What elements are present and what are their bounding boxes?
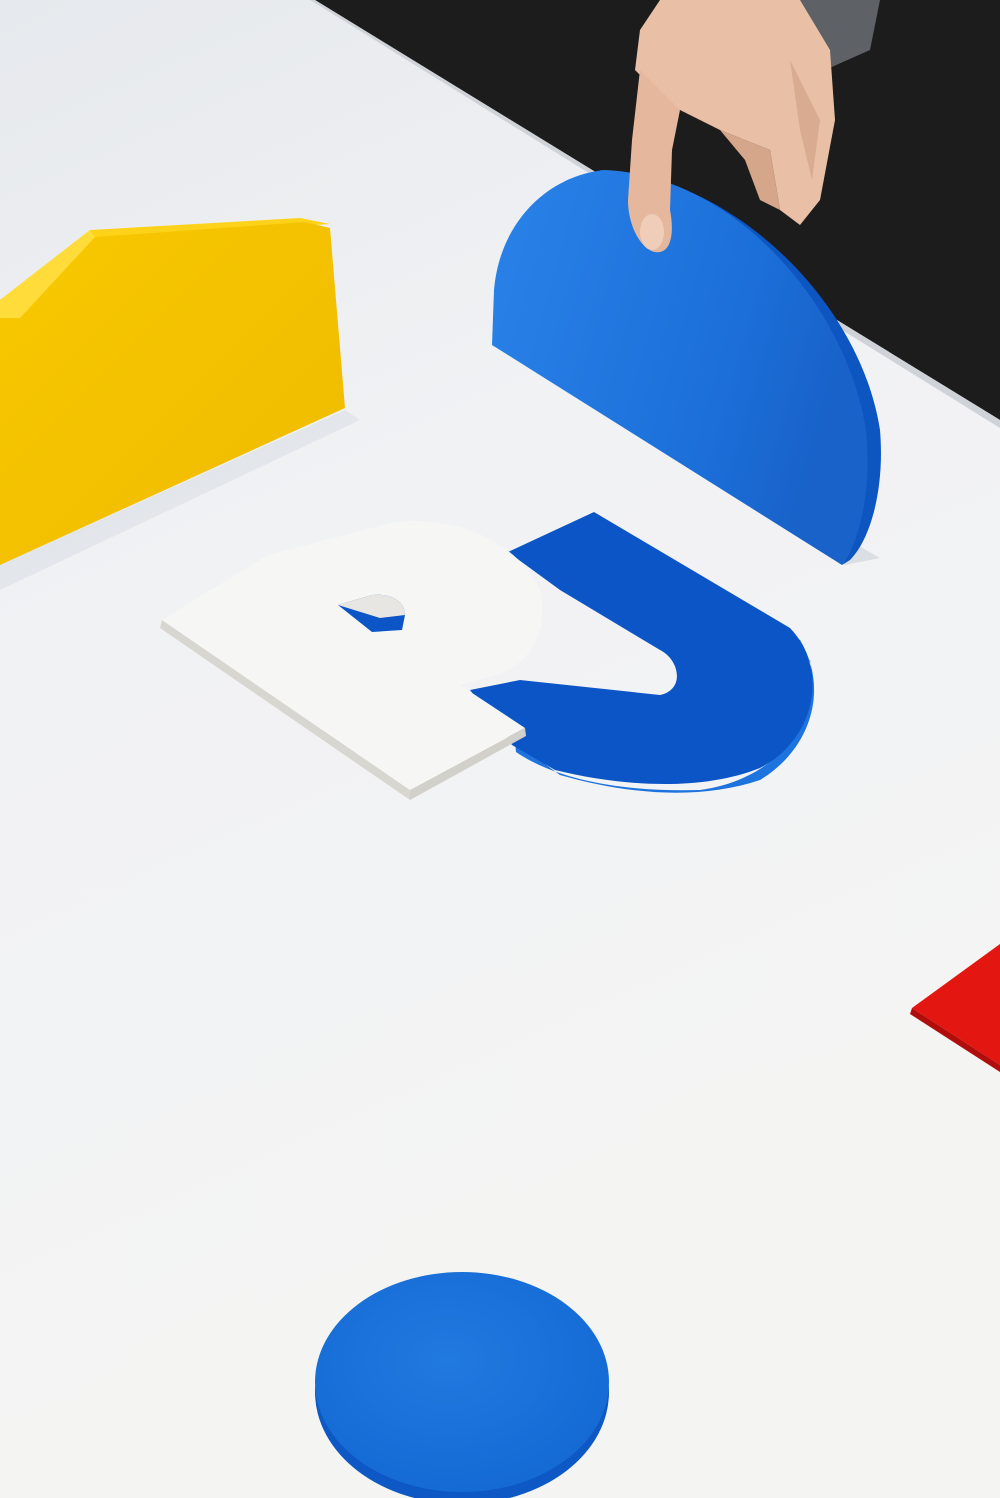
blue-disc xyxy=(315,1272,609,1498)
photo-scene xyxy=(0,0,1000,1498)
scene-svg xyxy=(0,0,1000,1498)
